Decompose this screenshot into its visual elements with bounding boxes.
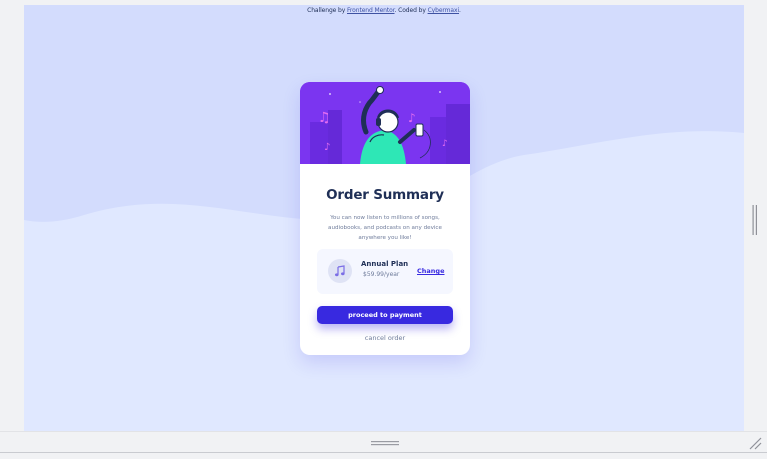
card-description: You can now listen to millions of songs,…	[328, 215, 442, 241]
change-plan-link[interactable]: Change	[417, 267, 444, 275]
drag-handle-icon[interactable]	[371, 440, 399, 446]
author-link[interactable]: Cybermaxi	[428, 7, 460, 14]
plan-box: Annual Plan $59.99/year Change	[317, 249, 453, 294]
preview-viewport: Challenge by Frontend Mentor. Coded by C…	[24, 5, 744, 431]
attribution-suffix: .	[459, 7, 461, 14]
svg-text:♪: ♪	[442, 139, 448, 149]
attribution-prefix: Challenge by	[307, 7, 348, 14]
music-note-icon	[335, 265, 345, 277]
side-handle-icon[interactable]	[752, 205, 758, 235]
svg-text:♫: ♫	[318, 110, 331, 126]
frontend-mentor-link[interactable]: Frontend Mentor	[347, 7, 395, 14]
attribution-middle: . Coded by	[394, 7, 428, 14]
music-icon-badge	[328, 259, 352, 283]
resize-grip-icon[interactable]	[748, 436, 762, 450]
bottom-divider	[0, 452, 767, 453]
attribution: Challenge by Frontend Mentor. Coded by C…	[24, 7, 744, 14]
order-summary-card: ♫ ♪ ♪ ♪ Order Summary You can now listen…	[300, 82, 470, 355]
hero-illustration: ♫ ♪ ♪ ♪	[300, 82, 470, 164]
plan-name: Annual Plan	[361, 260, 409, 268]
svg-text:♪: ♪	[408, 111, 416, 125]
plan-price: $59.99/year	[363, 271, 400, 278]
proceed-to-payment-button[interactable]: proceed to payment	[317, 306, 453, 324]
cancel-order-button[interactable]: cancel order	[300, 334, 470, 342]
svg-text:♪: ♪	[324, 142, 330, 153]
card-title: Order Summary	[326, 187, 444, 203]
